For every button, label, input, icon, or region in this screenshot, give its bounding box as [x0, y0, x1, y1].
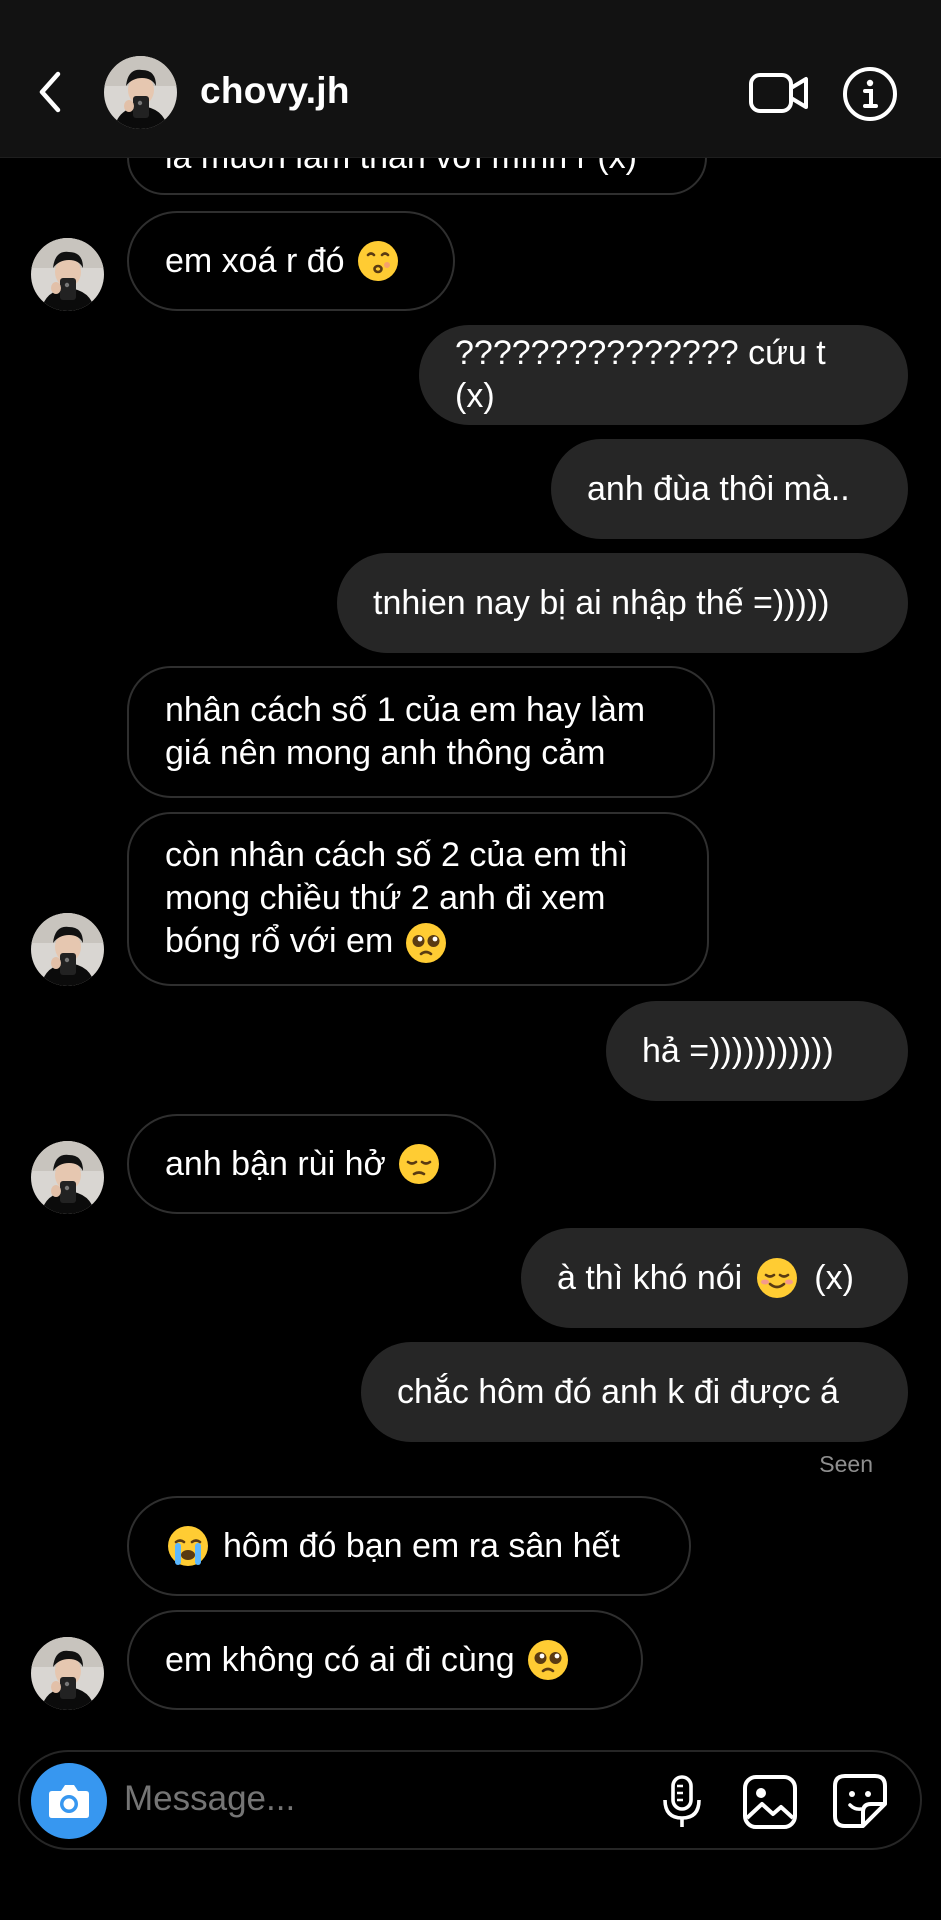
contact-avatar[interactable] — [31, 913, 104, 986]
message-text: em xoá r đó — [165, 241, 345, 280]
message-composer[interactable] — [18, 1750, 922, 1850]
relieved-face-emoji-icon — [757, 1258, 798, 1298]
message-bubble-outgoing[interactable]: anh đùa thôi mà.. — [551, 439, 908, 539]
message-bubble-incoming[interactable]: anh bận rùi hở — [127, 1114, 496, 1214]
loudly-crying-face-emoji-icon — [168, 1526, 208, 1566]
message-bubble-outgoing[interactable]: hả =))))))))))) — [606, 1001, 908, 1101]
message-text: ??????????????? cứu t (x) — [455, 334, 826, 415]
message-text: em không có ai đi cùng — [165, 1640, 515, 1679]
message-text: nhân cách số 1 của em hay làm giá nên mo… — [165, 691, 646, 772]
message-text: hôm đó bạn em ra sân hết — [223, 1526, 620, 1565]
pensive-face-emoji-icon — [398, 1144, 439, 1184]
gallery-icon[interactable] — [742, 1774, 798, 1830]
message-text: à thì khó nói — [557, 1258, 743, 1297]
back-chevron-icon[interactable] — [30, 62, 70, 122]
microphone-icon[interactable] — [657, 1774, 707, 1830]
seen-receipt: Seen — [819, 1451, 873, 1477]
pleading-face-emoji-icon — [406, 923, 447, 964]
message-input[interactable] — [124, 1779, 624, 1819]
message-bubble-outgoing[interactable]: à thì khó nói (x) — [521, 1228, 908, 1328]
message-bubble-incoming[interactable]: em không có ai đi cùng — [127, 1610, 643, 1710]
message-text: anh bận rùi hở — [165, 1144, 386, 1183]
message-bubble-incoming[interactable]: còn nhân cách số 2 của em thì mong chiều… — [127, 812, 709, 986]
message-bubble-outgoing[interactable]: ??????????????? cứu t (x) — [419, 325, 908, 425]
message-text: còn nhân cách số 2 của em thì mong chiều… — [165, 834, 628, 964]
message-text: chắc hôm đó anh k đi được á — [397, 1372, 839, 1411]
message-text-suffix: (x) — [814, 1258, 854, 1297]
message-text: tnhien nay bị ai nhập thế =))))) — [373, 583, 830, 622]
message-bubble-incoming[interactable]: hôm đó bạn em ra sân hết — [127, 1496, 691, 1596]
contact-avatar[interactable] — [31, 238, 104, 311]
message-text: anh đùa thôi mà.. — [587, 469, 850, 508]
info-icon[interactable] — [842, 66, 898, 122]
sticker-icon[interactable] — [831, 1772, 889, 1830]
video-call-icon[interactable] — [748, 70, 810, 116]
chat-title-username[interactable]: chovy.jh — [200, 70, 350, 112]
contact-avatar[interactable] — [31, 1141, 104, 1214]
chat-header: chovy.jh — [0, 0, 941, 158]
message-text: hả =))))))))))) — [642, 1031, 834, 1070]
avatar[interactable] — [104, 56, 177, 129]
message-bubble-outgoing[interactable]: tnhien nay bị ai nhập thế =))))) — [337, 553, 908, 653]
camera-button[interactable] — [31, 1763, 107, 1839]
kissing-face-emoji-icon — [357, 241, 398, 281]
pleading-face-emoji-icon — [527, 1640, 568, 1680]
camera-icon — [49, 1785, 89, 1818]
message-bubble-incoming[interactable]: nhân cách số 1 của em hay làm giá nên mo… — [127, 666, 715, 798]
message-bubble-incoming[interactable]: em xoá r đó — [127, 211, 455, 311]
contact-avatar[interactable] — [31, 1637, 104, 1710]
message-bubble-outgoing[interactable]: chắc hôm đó anh k đi được á — [361, 1342, 908, 1442]
message-thread[interactable]: là muốn làm thân với mình r (x) em xoá r… — [0, 0, 941, 1730]
